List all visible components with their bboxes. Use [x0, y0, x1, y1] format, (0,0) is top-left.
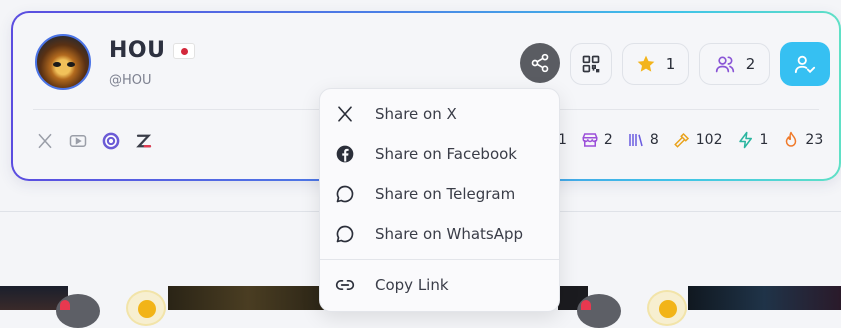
share-telegram-item[interactable]: Share on Telegram	[320, 174, 559, 214]
star-icon	[637, 55, 655, 72]
avatar[interactable]	[35, 34, 91, 90]
user-check-icon	[794, 55, 816, 74]
stat-value: 102	[695, 132, 723, 148]
menu-item-label: Share on WhatsApp	[375, 225, 524, 243]
menu-item-label: Share on Facebook	[375, 145, 517, 163]
badge-button[interactable]	[647, 290, 687, 326]
profile-stats: 1 2 8 102 1 23	[558, 131, 823, 149]
share-whatsapp-item[interactable]: Share on WhatsApp	[320, 214, 559, 254]
avatar-detail	[53, 62, 61, 67]
qr-code-button[interactable]	[570, 43, 612, 85]
x-icon	[334, 103, 356, 125]
stat-value: 8	[649, 132, 659, 148]
users-icon	[715, 56, 734, 73]
coin-icon[interactable]	[101, 131, 121, 151]
star-count: 1	[665, 55, 676, 73]
qr-code-icon	[582, 55, 600, 73]
share-icon	[531, 53, 549, 73]
copy-link-item[interactable]: Copy Link	[320, 265, 559, 305]
star-button[interactable]: 1	[622, 43, 689, 85]
chat-bubble-icon	[334, 183, 356, 205]
japan-flag-icon	[173, 42, 196, 59]
menu-item-label: Share on X	[375, 105, 457, 123]
chat-bubble-icon	[334, 223, 356, 245]
content-thumbnail[interactable]	[168, 286, 328, 310]
library-icon	[629, 134, 643, 147]
like-button[interactable]	[577, 294, 621, 328]
content-thumbnail[interactable]	[688, 286, 841, 310]
social-links	[35, 131, 154, 151]
heart-icon	[581, 300, 591, 310]
profile-handle: @HOU	[109, 73, 152, 88]
bolt-icon	[738, 131, 752, 149]
stat-value: 23	[805, 132, 824, 148]
menu-item-label: Copy Link	[375, 276, 449, 294]
badge-icon	[659, 300, 677, 318]
store-icon	[582, 133, 598, 147]
avatar-detail	[67, 62, 75, 67]
share-facebook-item[interactable]: Share on Facebook	[320, 134, 559, 174]
like-button[interactable]	[56, 294, 100, 328]
share-menu: Share on X Share on Facebook Share on Te…	[319, 88, 560, 312]
stat-bolt[interactable]: 1	[737, 131, 769, 149]
menu-item-label: Share on Telegram	[375, 185, 516, 203]
link-icon	[334, 274, 356, 296]
zora-icon[interactable]	[134, 131, 154, 151]
facebook-icon	[334, 143, 356, 165]
flame-icon	[786, 131, 797, 147]
youtube-icon[interactable]	[68, 131, 88, 151]
follow-button[interactable]	[780, 42, 830, 86]
menu-divider	[320, 259, 559, 260]
badge-icon	[138, 300, 156, 318]
followers-count: 2	[745, 55, 756, 73]
followers-button[interactable]: 2	[699, 43, 770, 85]
heart-icon	[60, 300, 70, 310]
stat-value: 1	[759, 132, 769, 148]
share-button[interactable]	[520, 43, 560, 83]
stat-hammer[interactable]: 102	[673, 131, 723, 149]
x-icon[interactable]	[35, 131, 55, 151]
stat-store[interactable]: 2	[581, 131, 613, 149]
badge-button[interactable]	[126, 290, 166, 326]
stat-value: 2	[603, 132, 613, 148]
stat-flame[interactable]: 23	[782, 131, 823, 149]
hammer-icon	[673, 132, 689, 148]
profile-name: HOU	[109, 38, 166, 63]
name-row: HOU	[109, 38, 196, 63]
stat-library[interactable]: 8	[627, 131, 659, 149]
share-x-item[interactable]: Share on X	[320, 94, 559, 134]
